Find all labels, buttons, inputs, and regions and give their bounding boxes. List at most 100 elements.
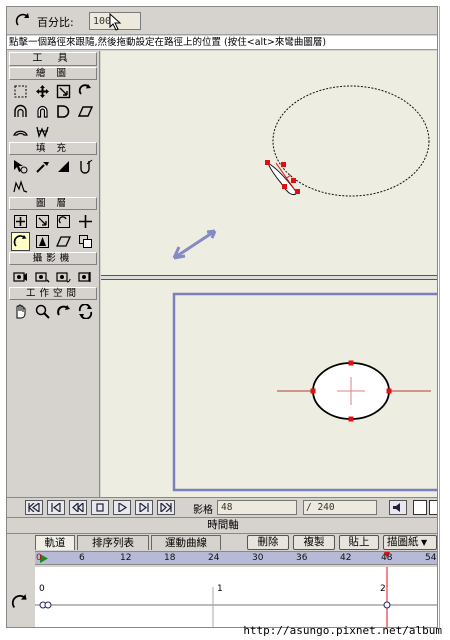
tab-tracks[interactable]: 軌道 [35, 535, 75, 550]
camera-roll-tool-icon[interactable] [76, 267, 95, 286]
rotate-path-icon [11, 594, 27, 608]
paint-select-tool-icon[interactable] [11, 157, 30, 176]
bend-tool-icon[interactable] [11, 122, 30, 141]
play-icon [118, 503, 128, 512]
playback-bar: 影格 48 / 240 [7, 497, 437, 517]
track-tick: 1 [217, 584, 223, 594]
play-back-button[interactable] [69, 500, 87, 515]
play-button[interactable] [113, 500, 131, 515]
gradient-tool-icon[interactable] [55, 157, 74, 176]
ruler-tick: 42 [340, 553, 352, 563]
layer-bone-tool-icon[interactable] [33, 232, 52, 251]
move-tool-icon[interactable] [33, 82, 52, 101]
follow-path-tool-icon[interactable] [11, 231, 30, 251]
section-fill: 填 充 [9, 142, 97, 155]
eyedropper-tool-icon[interactable] [33, 157, 52, 176]
step-forward-button[interactable] [135, 500, 153, 515]
camera-move-tool-icon[interactable] [11, 267, 30, 286]
frame-label: 影格 [193, 505, 213, 516]
step-back-button[interactable] [47, 500, 65, 515]
speaker-icon [393, 503, 400, 512]
arc-tool-icon[interactable] [11, 102, 30, 121]
top-view-canvas[interactable] [101, 51, 437, 275]
ruler-tick: 30 [252, 553, 264, 563]
status-hint: 點擊一個路徑來跟隨,然後拖動設定在路徑上的位置 (按住<alt>來彎曲圖層) [7, 36, 437, 50]
camera-view-canvas[interactable] [101, 280, 437, 497]
skew-tool-icon[interactable] [76, 102, 95, 121]
toolbox-title: 工 具 [9, 52, 97, 66]
rotate-tool-icon[interactable] [76, 82, 95, 101]
mouse-cursor-icon [109, 13, 122, 31]
d-shape-tool-icon[interactable] [55, 102, 74, 121]
wave-tool-icon[interactable] [33, 122, 52, 141]
ruler-tick: 24 [208, 553, 220, 563]
delete-button[interactable]: 刪除 [247, 535, 289, 550]
camera-rotate-tool-icon[interactable] [55, 267, 74, 286]
ruler-tick: 0 [36, 553, 42, 563]
workspace-rotate-tool-icon[interactable] [55, 302, 74, 321]
bucket-curve-tool-icon[interactable] [76, 157, 95, 176]
track-tick: 0 [39, 584, 45, 594]
onion-skin-button[interactable]: 描圖紙 ▼ [383, 535, 437, 550]
first-frame-icon [28, 503, 40, 512]
copy-button[interactable]: 複製 [293, 535, 335, 550]
section-camera: 攝影機 [9, 252, 97, 265]
section-layer: 圖 層 [9, 197, 97, 210]
stop-icon [96, 503, 104, 512]
toolbox-panel: 工 具 繪 圖 填 充 圖 層 攝影機 工作空間 [7, 51, 100, 497]
layer-move-tool-icon[interactable] [11, 212, 30, 231]
section-workspace: 工作空間 [9, 287, 97, 300]
ruler-tick: 48 [381, 553, 393, 563]
hand-tool-icon[interactable] [11, 302, 30, 321]
track-header [7, 567, 35, 627]
last-frame-icon [160, 503, 172, 512]
section-draw: 繪 圖 [9, 67, 97, 80]
ruler-tick: 6 [79, 553, 85, 563]
chevron-down-icon: ▼ [418, 538, 428, 547]
tab-motion-curves[interactable]: 運動曲線 [151, 535, 221, 550]
brush-tool-icon[interactable] [11, 177, 30, 196]
onion-skin-label: 描圖紙 [387, 536, 419, 548]
watermark: http://asungo.pixnet.net/album [243, 624, 442, 637]
screenshot-frame: 百分比: 點擊一個路徑來跟隨,然後拖動設定在路徑上的位置 (按住<alt>來彎曲… [0, 0, 450, 640]
tab-sort-list[interactable]: 排序列表 [77, 535, 149, 550]
select-tool-icon[interactable] [11, 82, 30, 101]
go-last-button[interactable] [157, 500, 175, 515]
step-forward-icon [139, 503, 149, 512]
ruler-marks [40, 552, 390, 563]
scale-tool-icon[interactable] [55, 82, 74, 101]
paste-button[interactable]: 貼上 [339, 535, 379, 550]
view-toggle-1[interactable] [413, 500, 427, 515]
go-first-button[interactable] [25, 500, 43, 515]
zoom-tool-icon[interactable] [33, 302, 52, 321]
animation-track[interactable]: 0 1 2 [35, 567, 437, 627]
frame-input[interactable]: 48 [217, 500, 297, 515]
ruler-tick: 18 [164, 553, 176, 563]
camera-zoom-tool-icon[interactable] [33, 267, 52, 286]
keyframe [44, 601, 52, 609]
view-toggle-2[interactable] [429, 500, 437, 515]
ruler-tick: 54 [425, 553, 437, 563]
frame-ruler[interactable]: 0 6 12 18 24 30 36 42 48 54 [35, 551, 437, 565]
path-follower-layer [265, 160, 300, 196]
layer-skew-tool-icon[interactable] [55, 232, 74, 251]
layer-add-tool-icon[interactable] [76, 212, 95, 231]
stop-button[interactable] [91, 500, 109, 515]
camera-direction-arrow [172, 229, 217, 260]
ruler-tick: 36 [296, 553, 308, 563]
frame-total: / 240 [303, 500, 377, 515]
percent-label: 百分比: [37, 16, 74, 29]
magnet-tool-icon[interactable] [33, 102, 52, 121]
layer-rotate-tool-icon[interactable] [55, 212, 74, 231]
sound-button[interactable] [389, 500, 407, 515]
workspace-reset-tool-icon[interactable] [76, 302, 95, 321]
ruler-tick: 12 [120, 553, 132, 563]
rotate-path-icon[interactable] [15, 12, 33, 30]
keyframe [383, 601, 391, 609]
app-window: 百分比: 點擊一個路徑來跟隨,然後拖動設定在路徑上的位置 (按住<alt>來彎曲… [6, 6, 438, 628]
tool-options-bar: 百分比: [7, 7, 437, 35]
layer-transform-tool-icon[interactable] [76, 232, 95, 251]
timeline-title: 時間軸 [7, 517, 437, 534]
step-back-icon [51, 503, 61, 512]
layer-scale-tool-icon[interactable] [33, 212, 52, 231]
